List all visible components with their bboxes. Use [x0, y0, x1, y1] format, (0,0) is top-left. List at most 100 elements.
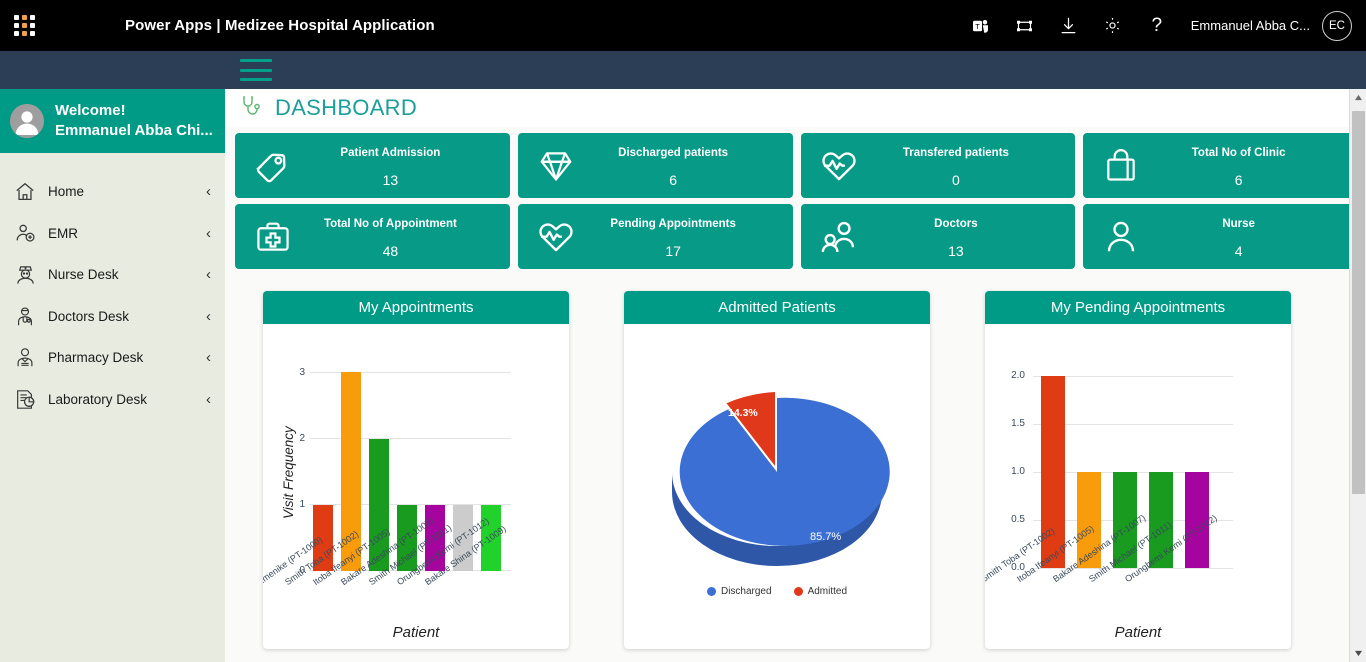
download-icon[interactable] [1047, 0, 1091, 51]
chevron-left-icon[interactable]: ‹ [206, 184, 211, 199]
kpi-value: 17 [594, 243, 753, 259]
price-tag-icon [235, 146, 311, 186]
kpi-label: Total No of Appointment [324, 218, 457, 230]
welcome-user-name: Emmanuel Abba Chi... [55, 121, 213, 141]
kpi-card-discharged-patients[interactable]: Discharged patients 6 [518, 133, 793, 198]
user-name-label[interactable]: Emmanuel Abba C... [1191, 18, 1310, 33]
legend-item-discharged[interactable]: Discharged [707, 586, 772, 597]
main-content: DASHBOARD Patient Admission 13 [225, 89, 1366, 662]
sidebar-item-laboratory-desk[interactable]: Laboratory Desk ‹ [0, 379, 225, 421]
nav-bar [225, 51, 1366, 89]
page-header: DASHBOARD [225, 89, 1366, 127]
chart-card-admitted-patients: Admitted Patients 85.7% 14.3% [624, 291, 930, 649]
kpi-card-doctors[interactable]: Doctors 13 [801, 204, 1076, 269]
stethoscope-icon [238, 94, 264, 123]
hamburger-menu-icon[interactable] [240, 59, 272, 81]
bar-chart-my-pending-appointments[interactable]: 2.0 1.5 1.0 0.5 0.0 Smith Toba (PT-1002)… [985, 324, 1291, 649]
sidebar: Welcome! Emmanuel Abba Chi... Home ‹ [0, 89, 225, 662]
app-launcher-waffle-icon[interactable] [0, 0, 48, 51]
legend-label: Discharged [721, 586, 772, 597]
kpi-value: 0 [877, 172, 1036, 188]
welcome-greeting: Welcome! [55, 101, 213, 121]
chart-card-my-pending-appointments: My Pending Appointments 2.0 1.5 1.0 0.5 … [985, 291, 1291, 649]
kpi-value: 6 [594, 172, 753, 188]
kpi-label: Transfered patients [903, 147, 1009, 159]
heartbeat-icon [518, 218, 594, 256]
first-aid-kit-icon [235, 218, 311, 256]
kpi-label: Total No of Clinic [1192, 147, 1286, 159]
top-bar-actions: T [959, 0, 1366, 51]
bars-area [1033, 376, 1233, 568]
sidebar-item-label: Nurse Desk [48, 267, 119, 282]
two-people-icon [801, 218, 877, 256]
bar-chart-my-appointments[interactable]: Visit Frequency 3 2 1 0 [263, 324, 569, 649]
chart-title: Admitted Patients [624, 291, 930, 324]
sidebar-item-pharmacy-desk[interactable]: Pharmacy Desk ‹ [0, 337, 225, 379]
chevron-left-icon[interactable]: ‹ [206, 309, 211, 324]
y-tick: 1 [281, 499, 305, 510]
pie-chart-admitted-patients[interactable]: 85.7% 14.3% Discharged Admitted [624, 324, 930, 649]
pie-slice-label-discharged: 85.7% [810, 531, 841, 543]
kpi-card-total-no-of-appointment[interactable]: Total No of Appointment 48 [235, 204, 510, 269]
charts-section: My Appointments Visit Frequency 3 2 1 0 [225, 275, 1366, 649]
y-tick: 1.0 [1001, 466, 1025, 477]
y-tick: 2 [281, 433, 305, 444]
avatar[interactable]: EC [1322, 11, 1352, 41]
shopping-bag-icon [1083, 146, 1159, 186]
sidebar-item-doctors-desk[interactable]: Doctors Desk ‹ [0, 296, 225, 338]
y-tick: 1.5 [1001, 418, 1025, 429]
chart-title: My Pending Appointments [985, 291, 1291, 324]
kpi-card-total-no-of-clinic[interactable]: Total No of Clinic 6 [1083, 133, 1358, 198]
svg-text:T: T [976, 22, 981, 31]
app-title: Power Apps | Medizee Hospital Applicatio… [125, 17, 435, 34]
kpi-row-2: Total No of Appointment 48 Pending Appoi… [235, 204, 1358, 269]
kpi-card-pending-appointments[interactable]: Pending Appointments 17 [518, 204, 793, 269]
pie-legend: Discharged Admitted [624, 586, 930, 597]
kpi-value: 13 [877, 243, 1036, 259]
person-icon [1083, 218, 1159, 256]
chevron-left-icon[interactable]: ‹ [206, 350, 211, 365]
scrollbar-thumb[interactable] [1352, 111, 1365, 494]
kpi-card-transfered-patients[interactable]: Transfered patients 0 [801, 133, 1076, 198]
vertical-scrollbar[interactable] [1349, 89, 1366, 662]
sidebar-item-emr[interactable]: EMR ‹ [0, 213, 225, 255]
nav-bar-left-filler [0, 51, 225, 89]
sidebar-menu: Home ‹ EMR ‹ [0, 153, 225, 420]
page-title: DASHBOARD [275, 95, 417, 121]
chevron-left-icon[interactable]: ‹ [206, 267, 211, 282]
sidebar-item-label: Doctors Desk [48, 309, 129, 324]
x-axis-label: Patient [263, 624, 569, 641]
kpi-section: Patient Admission 13 Discharged patients… [225, 127, 1366, 269]
settings-gear-icon[interactable] [1091, 0, 1135, 51]
kpi-label: Patient Admission [340, 147, 440, 159]
y-tick: 2.0 [1001, 370, 1025, 381]
kpi-label: Nurse [1222, 218, 1255, 230]
scroll-up-arrow-icon[interactable] [1350, 89, 1366, 106]
sidebar-item-home[interactable]: Home ‹ [0, 171, 225, 213]
diamond-icon [518, 147, 594, 185]
nurse-icon [10, 263, 40, 286]
sidebar-item-nurse-desk[interactable]: Nurse Desk ‹ [0, 254, 225, 296]
legend-item-admitted[interactable]: Admitted [794, 586, 847, 597]
chevron-left-icon[interactable]: ‹ [206, 226, 211, 241]
sidebar-item-label: Home [48, 184, 84, 199]
kpi-value: 13 [311, 172, 470, 188]
kpi-label: Doctors [934, 218, 977, 230]
user-avatar-icon [10, 104, 44, 138]
chart-title: My Appointments [263, 291, 569, 324]
chart-card-my-appointments: My Appointments Visit Frequency 3 2 1 0 [263, 291, 569, 649]
laboratory-report-icon [10, 388, 40, 411]
help-question-icon[interactable]: ? [1135, 0, 1179, 51]
welcome-panel: Welcome! Emmanuel Abba Chi... [0, 89, 225, 153]
legend-label: Admitted [808, 586, 847, 597]
legend-color-dot [794, 587, 803, 596]
kpi-card-nurse[interactable]: Nurse 4 [1083, 204, 1358, 269]
scroll-down-arrow-icon[interactable] [1350, 645, 1366, 662]
kpi-card-patient-admission[interactable]: Patient Admission 13 [235, 133, 510, 198]
kpi-value: 48 [311, 243, 470, 259]
fullscreen-frame-icon[interactable] [1003, 0, 1047, 51]
pie-slice-label-admitted: 14.3% [728, 407, 758, 419]
emr-patient-icon [10, 222, 40, 244]
chevron-left-icon[interactable]: ‹ [206, 392, 211, 407]
teams-icon[interactable]: T [959, 0, 1003, 51]
